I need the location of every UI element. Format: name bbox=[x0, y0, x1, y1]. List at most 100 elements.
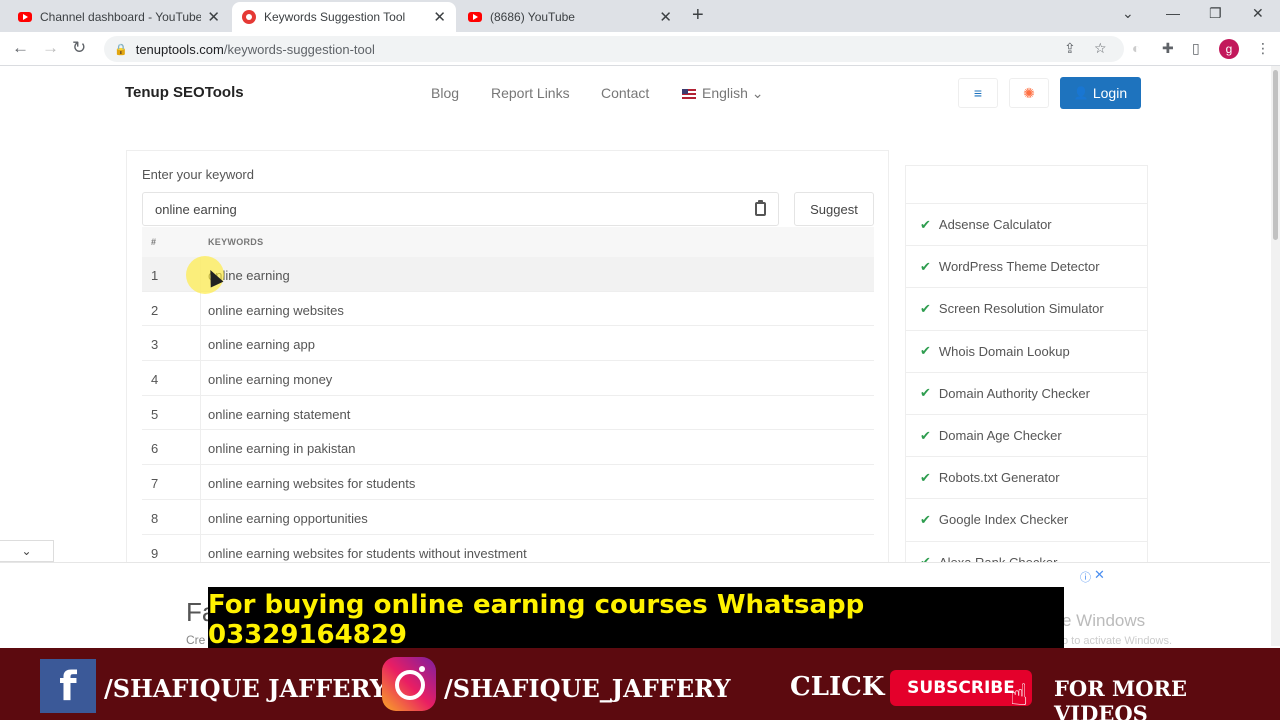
row-keyword[interactable]: online earning statement bbox=[208, 407, 350, 422]
sidebar-item-domain-age-checker[interactable]: ✔ Domain Age Checker bbox=[906, 415, 1147, 458]
minimize-icon[interactable]: — bbox=[1166, 5, 1180, 21]
share-icon[interactable]: ⇪ bbox=[1064, 40, 1076, 57]
column-header-number: # bbox=[151, 237, 157, 247]
table-row[interactable]: 4 online earning money bbox=[142, 361, 874, 396]
forward-arrow-icon[interactable]: → bbox=[42, 38, 59, 58]
close-icon[interactable]: ✕ bbox=[207, 8, 220, 26]
row-keyword[interactable]: online earning money bbox=[208, 372, 332, 387]
clipboard-icon[interactable] bbox=[755, 200, 766, 216]
url-host: tenuptools.com bbox=[135, 41, 224, 57]
more-videos-text: FOR MORE VIDEOS bbox=[1054, 676, 1187, 720]
check-icon: ✔ bbox=[920, 427, 931, 443]
sidebar-item-google-index-checker[interactable]: ✔ Google Index Checker bbox=[906, 499, 1147, 542]
click-text: CLICK bbox=[790, 672, 885, 702]
row-keyword[interactable]: online earning websites for students bbox=[208, 476, 415, 491]
check-icon: ✔ bbox=[920, 385, 931, 401]
instagram-handle: /SHAFIQUE_JAFFERY bbox=[444, 674, 731, 703]
row-number: 8 bbox=[151, 510, 159, 526]
sidebar-item-wordpress-theme-detector[interactable]: ✔ WordPress Theme Detector bbox=[906, 246, 1147, 289]
row-keyword[interactable]: online earning opportunities bbox=[208, 511, 368, 526]
sidebar-item-whois-domain-lookup[interactable]: ✔ Whois Domain Lookup bbox=[906, 331, 1147, 373]
sidebar-item-screen-resolution-simulator[interactable]: ✔ Screen Resolution Simulator bbox=[906, 288, 1147, 331]
tab-keywords-suggestion-tool[interactable]: Keywords Suggestion Tool ✕ bbox=[232, 2, 456, 32]
ad-info-icon[interactable]: ⓘ bbox=[1080, 569, 1091, 585]
extension-status-icon[interactable]: ◐ bbox=[1132, 40, 1140, 56]
back-arrow-icon[interactable]: ← bbox=[12, 38, 29, 58]
youtube-icon bbox=[18, 12, 32, 22]
youtube-icon bbox=[468, 12, 482, 22]
check-icon: ✔ bbox=[920, 469, 931, 485]
window-close-icon[interactable]: ✕ bbox=[1252, 5, 1264, 22]
sidebar-item-label: Adsense Calculator bbox=[938, 217, 1052, 233]
suggest-button[interactable]: Suggest bbox=[794, 192, 874, 226]
tool-icon bbox=[242, 10, 256, 24]
language-label: English bbox=[702, 85, 748, 101]
language-selector[interactable]: English ⌄ bbox=[682, 85, 764, 102]
column-header-keywords: KEYWORDS bbox=[208, 237, 264, 247]
login-button[interactable]: 👤 Login bbox=[1060, 77, 1141, 109]
social-bar: f /SHAFIQUE JAFFERY /SHAFIQUE_JAFFERY CL… bbox=[0, 648, 1280, 720]
table-row[interactable]: 7 online earning websites for students bbox=[142, 465, 874, 500]
check-icon: ✔ bbox=[920, 258, 931, 274]
check-icon: ✔ bbox=[920, 343, 931, 359]
sidebar-item-label: Google Index Checker bbox=[938, 512, 1069, 528]
row-number: 5 bbox=[151, 406, 159, 422]
table-row[interactable]: 3 online earning app bbox=[142, 326, 874, 362]
table-row[interactable]: 6 online earning in pakistan bbox=[142, 430, 874, 466]
site-header: Tenup SEOTools Blog Report Links Contact… bbox=[0, 66, 1270, 120]
row-keyword[interactable]: online earning websites for students wit… bbox=[208, 546, 527, 561]
reload-icon[interactable]: ↻ bbox=[72, 38, 86, 58]
keyword-label: Enter your keyword bbox=[142, 167, 254, 182]
row-number: 7 bbox=[151, 476, 159, 492]
kebab-menu-icon[interactable]: ⋮ bbox=[1256, 40, 1270, 57]
pointing-hand-icon: ☝ bbox=[1010, 679, 1029, 712]
tab-title: Channel dashboard - YouTube St bbox=[40, 10, 202, 24]
settings-icon[interactable]: ✺ bbox=[1009, 78, 1049, 108]
site-brand[interactable]: Tenup SEOTools bbox=[125, 84, 244, 101]
activate-windows-subtext: o to activate Windows. bbox=[1062, 635, 1173, 647]
close-icon[interactable]: ✕ bbox=[659, 8, 672, 26]
keyword-tool-card: Enter your keyword online earning Sugges… bbox=[126, 150, 889, 570]
browser-tab-bar: Channel dashboard - YouTube St ✕ Keyword… bbox=[0, 0, 1280, 32]
promo-text: For buying online earning courses Whatsa… bbox=[208, 590, 865, 650]
tab-youtube[interactable]: (8686) YouTube ✕ bbox=[458, 2, 682, 32]
row-keyword[interactable]: online earning app bbox=[208, 337, 315, 352]
row-keyword[interactable]: online earning in pakistan bbox=[208, 441, 355, 456]
scrollbar-thumb[interactable] bbox=[1273, 70, 1278, 240]
sidebar-item-adsense-calculator[interactable]: ✔ Adsense Calculator bbox=[906, 204, 1147, 247]
table-header: # KEYWORDS bbox=[142, 227, 874, 257]
table-row[interactable]: 2 online earning websites bbox=[142, 291, 874, 327]
tab-title: (8686) YouTube bbox=[490, 10, 575, 24]
chevron-down-icon[interactable]: ⌄ bbox=[1122, 5, 1134, 22]
row-number: 6 bbox=[151, 441, 159, 457]
sidebar-item-domain-authority-checker[interactable]: ✔ Domain Authority Checker bbox=[906, 373, 1147, 415]
sidebar-item-robots-txt-generator[interactable]: ✔ Robots.txt Generator bbox=[906, 457, 1147, 500]
check-icon: ✔ bbox=[920, 216, 931, 232]
url-input[interactable]: 🔒 tenuptools.com /keywords-suggestion-to… bbox=[104, 36, 1124, 62]
sidebar-item-label: Domain Age Checker bbox=[938, 428, 1062, 444]
new-tab-icon[interactable]: + bbox=[692, 4, 704, 27]
tab-channel-dashboard[interactable]: Channel dashboard - YouTube St ✕ bbox=[8, 2, 230, 32]
side-panel-icon[interactable]: ▯ bbox=[1192, 40, 1200, 57]
keyword-input[interactable]: online earning bbox=[142, 192, 779, 226]
us-flag-icon bbox=[682, 89, 696, 99]
restore-icon[interactable]: ❐ bbox=[1209, 5, 1222, 22]
ad-close-icon[interactable]: ✕ bbox=[1094, 567, 1105, 583]
extensions-puzzle-icon[interactable]: ✚ bbox=[1162, 40, 1174, 57]
menu-icon[interactable]: ≡ bbox=[958, 78, 998, 108]
table-row[interactable]: 1 online earning bbox=[142, 257, 874, 292]
user-icon: 👤 bbox=[1073, 86, 1089, 100]
promo-banner: For buying online earning courses Whatsa… bbox=[208, 587, 1064, 653]
row-keyword[interactable]: online earning websites bbox=[208, 303, 344, 318]
table-row[interactable]: 8 online earning opportunities bbox=[142, 499, 874, 535]
table-row[interactable]: 5 online earning statement bbox=[142, 395, 874, 431]
instagram-icon bbox=[382, 657, 436, 711]
nav-link-contact[interactable]: Contact bbox=[601, 85, 649, 101]
nav-link-blog[interactable]: Blog bbox=[431, 85, 459, 101]
close-icon[interactable]: ✕ bbox=[433, 8, 446, 26]
chevron-down-icon[interactable]: ⌄ bbox=[0, 540, 54, 562]
star-icon[interactable]: ☆ bbox=[1094, 40, 1107, 57]
nav-link-report-links[interactable]: Report Links bbox=[491, 85, 570, 101]
avatar[interactable]: g bbox=[1219, 39, 1239, 59]
sidebar-item-label: Robots.txt Generator bbox=[938, 470, 1060, 486]
